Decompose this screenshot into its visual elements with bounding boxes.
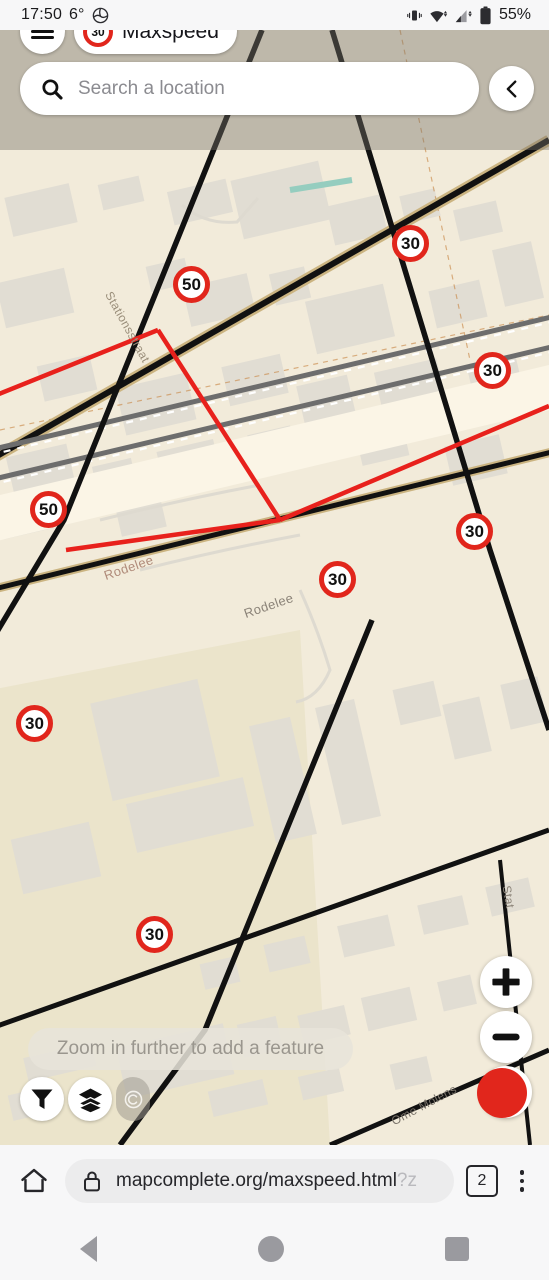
speed-sign[interactable]: 30 <box>456 513 493 550</box>
zoom-hint-text: Zoom in further to add a feature <box>56 1038 325 1059</box>
lock-icon <box>84 1171 100 1192</box>
header-search-row: Search a location <box>20 62 534 115</box>
kebab-menu-icon <box>519 1178 525 1184</box>
geolocate-active-ring <box>477 1068 527 1118</box>
speed-sign[interactable]: 30 <box>474 352 511 389</box>
map-corner-buttons <box>20 1077 150 1121</box>
android-nav-bar <box>0 1217 549 1280</box>
nav-recents-icon[interactable] <box>444 1236 469 1261</box>
copyright-icon <box>124 1090 142 1108</box>
speed-sign[interactable]: 50 <box>30 491 67 528</box>
browser-menu-button[interactable] <box>510 1170 534 1192</box>
kebab-menu-icon <box>519 1187 525 1192</box>
battery-percent: 55% <box>498 6 531 23</box>
search-bar[interactable]: Search a location <box>20 62 479 115</box>
phone-screen: 17:50 6° 55% Stationsstraat Rodelee Rode… <box>0 0 549 1280</box>
status-bar-right: 55% <box>406 6 549 25</box>
speed-sign[interactable]: 30 <box>136 916 173 953</box>
weather-icon <box>93 7 109 23</box>
home-icon <box>21 1168 47 1193</box>
map-vector-layer <box>0 30 549 1145</box>
speed-sign[interactable]: 30 <box>319 561 356 598</box>
map-canvas[interactable]: Stationsstraat Rodelee Rodelee Ome Molen… <box>0 30 549 1145</box>
url-faded-part: ?z <box>396 1170 417 1191</box>
status-time: 17:50 <box>21 6 63 23</box>
zoom-out-button[interactable] <box>480 1011 532 1063</box>
browser-home-button[interactable] <box>15 1162 53 1200</box>
funnel-icon <box>31 1089 53 1109</box>
zoom-in-button[interactable] <box>480 956 532 1008</box>
url-visible-part: mapcomplete.org/maxspeed.html <box>116 1170 397 1191</box>
copyright-button[interactable] <box>116 1077 150 1121</box>
back-button[interactable] <box>489 66 534 111</box>
status-bar-left: 17:50 6° <box>0 6 110 25</box>
battery-icon <box>480 6 491 24</box>
search-input-placeholder: Search a location <box>78 77 225 99</box>
vibrate-icon <box>407 10 422 20</box>
zoom-hint-pill: Zoom in further to add a feature <box>28 1028 353 1070</box>
kebab-menu-icon <box>519 1170 525 1175</box>
layers-icon <box>76 1088 104 1113</box>
plus-icon <box>492 968 520 996</box>
wifi-icon <box>430 10 448 22</box>
filter-button[interactable] <box>20 1077 64 1121</box>
browser-toolbar: mapcomplete.org/maxspeed.html?z 2 <box>0 1145 549 1217</box>
nav-back-icon[interactable] <box>80 1235 98 1262</box>
speed-sign[interactable]: 30 <box>392 225 429 262</box>
url-bar[interactable]: mapcomplete.org/maxspeed.html?z <box>65 1159 454 1203</box>
search-icon <box>42 78 63 100</box>
signal-icon <box>455 9 472 22</box>
speed-sign[interactable]: 30 <box>16 705 53 742</box>
minus-icon <box>492 1033 520 1041</box>
tab-count-button[interactable]: 2 <box>466 1165 498 1197</box>
status-temperature: 6° <box>69 6 85 23</box>
chevron-left-icon <box>506 79 516 98</box>
layers-button[interactable] <box>68 1077 112 1121</box>
speed-sign[interactable]: 50 <box>173 266 210 303</box>
url-text: mapcomplete.org/maxspeed.html?z <box>116 1170 417 1192</box>
nav-home-icon[interactable] <box>257 1235 284 1262</box>
status-bar: 17:50 6° 55% <box>0 0 549 30</box>
